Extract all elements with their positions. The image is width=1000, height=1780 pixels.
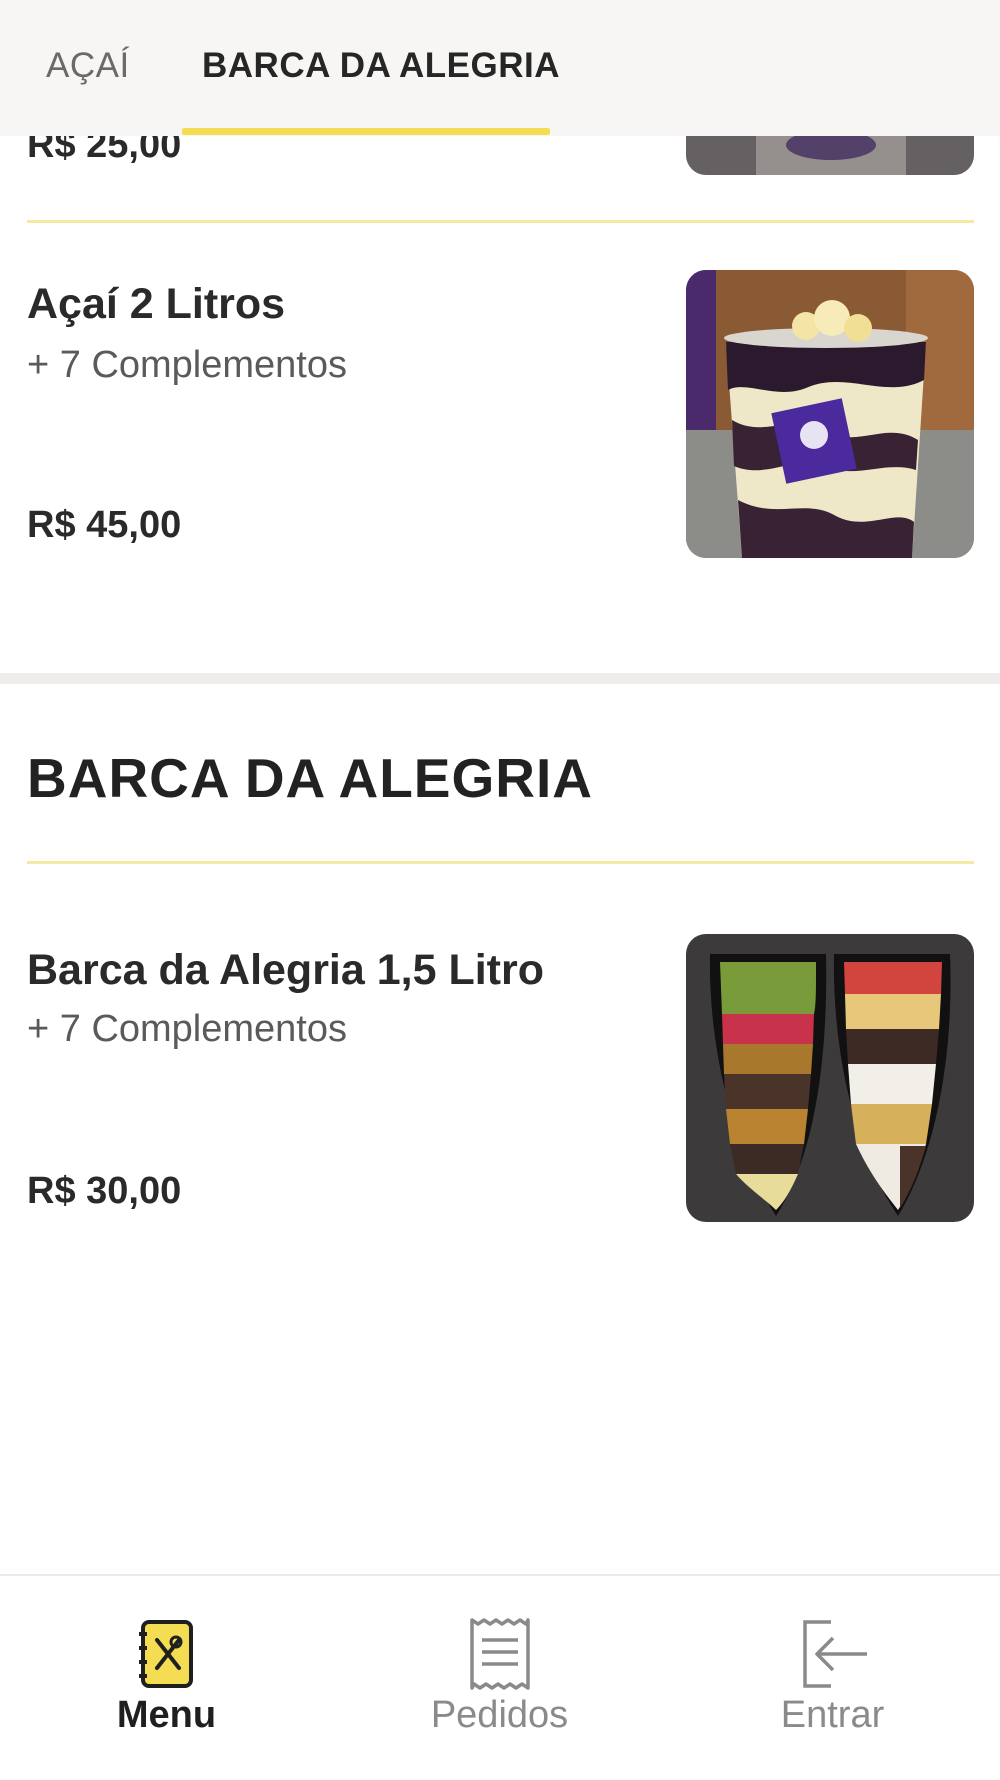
receipt-icon: [469, 1618, 530, 1690]
active-tab-indicator: [182, 128, 550, 135]
bottom-navigation: Menu Pedidos Entrar: [0, 1574, 1000, 1780]
menu-list[interactable]: R$ 25,00 Açaí 2 Litros + 7 Complementos …: [0, 0, 1000, 1574]
item-name: Açaí 2 Litros: [27, 280, 286, 328]
divider: [27, 220, 974, 223]
menu-item[interactable]: Barca da Alegria 1,5 Litro + 7 Complemen…: [0, 932, 1000, 1232]
nav-pedidos-label: Pedidos: [430, 1694, 569, 1736]
item-image: [686, 934, 974, 1222]
category-tabs: AÇAÍ BARCA DA ALEGRIA: [0, 0, 1000, 136]
divider: [27, 861, 974, 864]
item-name: Barca da Alegria 1,5 Litro: [27, 946, 544, 994]
nav-entrar[interactable]: Entrar: [666, 1576, 999, 1780]
section-separator: [0, 673, 1000, 684]
tab-barca-da-alegria[interactable]: BARCA DA ALEGRIA: [202, 46, 560, 86]
acai-cup-photo: [686, 270, 974, 558]
item-complements: + 7 Complementos: [27, 1008, 347, 1050]
section-title: BARCA DA ALEGRIA: [27, 747, 593, 809]
menu-book-icon: [138, 1620, 193, 1688]
tab-acai[interactable]: AÇAÍ: [46, 46, 130, 86]
menu-item[interactable]: Açaí 2 Litros + 7 Complementos R$ 45,00: [0, 268, 1000, 568]
nav-menu[interactable]: Menu: [0, 1576, 333, 1780]
item-complements: + 7 Complementos: [27, 344, 347, 386]
item-image: [686, 270, 974, 558]
item-price: R$ 30,00: [27, 1170, 182, 1212]
acai-boat-photo: [686, 934, 974, 1222]
nav-menu-label: Menu: [116, 1694, 217, 1736]
nav-entrar-label: Entrar: [780, 1694, 885, 1736]
nav-pedidos[interactable]: Pedidos: [333, 1576, 666, 1780]
login-arrow-icon: [802, 1620, 867, 1688]
item-price: R$ 45,00: [27, 504, 182, 546]
